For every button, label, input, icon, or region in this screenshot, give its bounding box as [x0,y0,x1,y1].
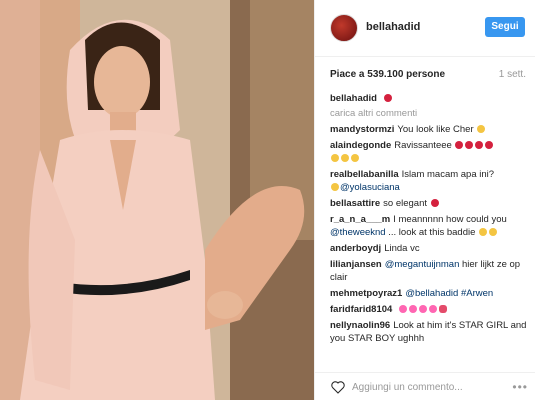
comment-username[interactable]: mehmetpoyraz1 [330,288,402,299]
comment-row: lilianjansen @megantuijnman hier lijkt ze… [330,258,530,284]
likes-count[interactable]: Piace a 539.100 persone [330,69,445,80]
emoji-icon [479,228,488,236]
comment-username[interactable]: anderboydj [330,243,381,254]
emoji-icon [341,154,349,162]
comment-text: Linda vc [384,243,420,254]
heart-emoji [408,305,417,313]
more-options-icon[interactable]: ••• [512,380,528,394]
rose-emoji [455,141,464,149]
likes-row: Piace a 539.100 persone 1 sett. [330,67,526,83]
comment-username[interactable]: bellasattire [330,198,380,209]
comment-row: nellynaolin96 Look at him it's STAR GIRL … [330,319,530,345]
comment-row: mandystormzi You look like Cher [330,123,530,136]
emoji-icon [477,125,486,133]
comment-username[interactable]: mandystormzi [330,124,394,135]
rose-emoji [485,141,494,149]
post-sidebar: bellahadid Segui Piace a 539.100 persone… [314,0,535,400]
comment-text: You look like Cher [397,124,474,135]
heart-emoji [428,305,437,313]
rose-emoji [465,141,474,149]
comments-list: bellahadid carica altri commenti mandyst… [330,92,530,348]
load-more-comments[interactable]: carica altri commenti [330,108,530,119]
comment-mention[interactable]: @megantuijnman [385,259,460,270]
profile-avatar[interactable] [330,14,358,42]
comment-input[interactable] [352,378,502,396]
emoji-icon [351,154,359,162]
comment-username[interactable]: realbellabanilla [330,169,399,180]
post-header: bellahadid Segui [315,0,535,57]
comment-row: faridfarid8104 [330,303,530,316]
comment-text-2: ... look at this baddie [388,227,476,238]
header-username[interactable]: bellahadid [366,21,420,33]
comment-row: mehmetpoyraz1 @bellahadid #Arwen [330,287,530,300]
comment-username[interactable]: nellynaolin96 [330,320,390,331]
comment-row: realbellabanilla Islam macam apa ini? @yo… [330,168,530,194]
caption-username[interactable]: bellahadid [330,93,377,104]
rose-emoji [383,94,392,102]
photo-illustration [0,0,314,400]
comment-text: so elegant [383,198,428,209]
kiss-emoji [438,305,447,313]
comment-text: Ravissanteee [394,140,452,151]
comment-mention[interactable]: @bellahadid #Arwen [405,288,493,299]
caption: bellahadid [330,92,530,105]
comment-row: r_a_n_a___m I meannnnn how could you @the… [330,213,530,239]
comment-username[interactable]: faridfarid8104 [330,304,392,315]
comment-mention[interactable]: @yolasuciana [340,182,400,193]
comment-footer: ••• [315,372,535,400]
comment-text: I meannnnn how could you [393,214,507,225]
heart-emoji [398,305,407,313]
post-time[interactable]: 1 sett. [499,69,526,80]
comment-username[interactable]: r_a_n_a___m [330,214,390,225]
comment-text: Islam macam apa ini? [401,169,495,180]
heart-emoji [418,305,427,313]
comment-row: bellasattire so elegant [330,197,530,210]
comment-mention[interactable]: @theweeknd [330,227,386,238]
emoji-icon [331,183,339,191]
rose-emoji [475,141,484,149]
comment-username[interactable]: alaindegonde [330,140,391,151]
comment-row: anderboydj Linda vc [330,242,530,255]
rose-emoji [430,199,439,207]
comment-username[interactable]: lilianjansen [330,259,382,270]
post-photo[interactable] [0,0,314,400]
emoji-icon [489,228,498,236]
comment-row: alaindegonde Ravissanteee [330,139,530,165]
emoji-icon [331,154,339,162]
follow-button[interactable]: Segui [485,17,525,37]
heart-icon[interactable] [330,379,346,395]
